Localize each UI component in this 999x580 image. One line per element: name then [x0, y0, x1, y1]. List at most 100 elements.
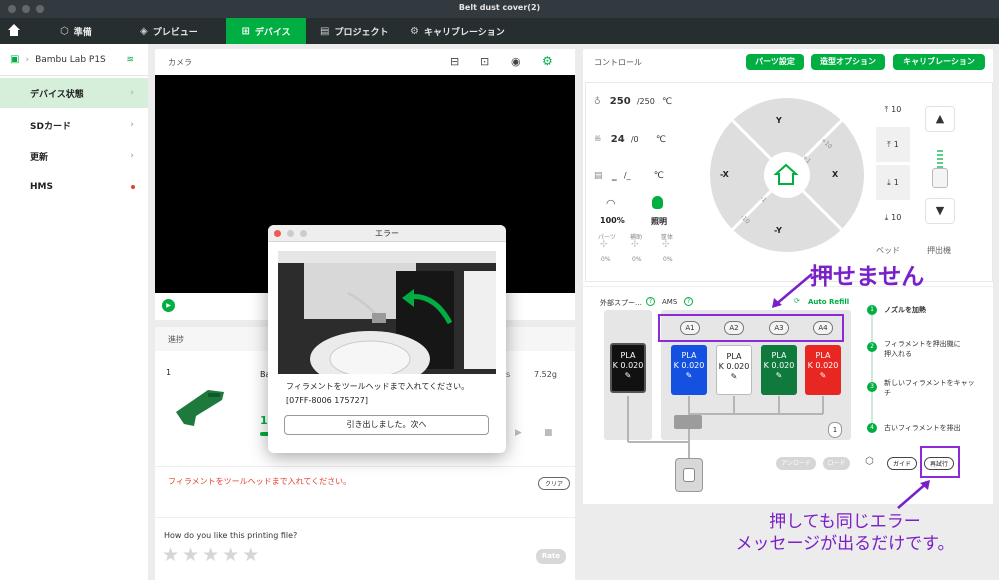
settings-icon[interactable]: ⬡ [865, 456, 874, 467]
help-icon[interactable]: ? [684, 297, 693, 306]
bed-unit: ℃ [655, 135, 666, 145]
jog-x-minus[interactable]: -X [720, 170, 729, 179]
tab-preview[interactable]: ◈ プレビュー [136, 18, 202, 44]
step-label: 10 [891, 105, 902, 114]
calibration-button[interactable]: キャリブレーション [893, 54, 985, 70]
jog-y-plus[interactable]: Y [776, 116, 782, 125]
bed-up-1-button[interactable]: ⤒ 1 [876, 127, 910, 162]
dialog-message: フィラメントをツールヘッドまで入れてください。 [286, 382, 470, 391]
extruder-indicator [937, 150, 943, 168]
step-4-label: 古いフィラメントを排出 [884, 424, 961, 432]
dialog-title-bar: エラー [268, 225, 506, 242]
home-icon[interactable] [6, 22, 22, 38]
print-options-button[interactable]: 造型オプション [811, 54, 885, 70]
fan-part-value: 0% [601, 256, 611, 263]
guide-button[interactable]: ガイド [887, 457, 917, 470]
star-icon[interactable]: ★ [242, 544, 259, 566]
tab-prepare[interactable]: ⬡ 準備 [56, 18, 96, 44]
annotation-highlight-retry [920, 446, 960, 478]
extruder-up-button[interactable]: ▲ [925, 106, 955, 132]
model-thumbnail [172, 382, 236, 430]
chamber-temp: ▤ _ /_ ℃ [594, 170, 664, 181]
sidebar-item-device-status[interactable]: デバイス状態 › [0, 78, 148, 108]
bed-down-1-button[interactable]: ⤓ 1 [876, 165, 910, 200]
nozzle-unit: ℃ [662, 97, 673, 107]
printer-selector[interactable]: ▣ › Bambu Lab P1S ≋ [0, 44, 148, 76]
jog-y-minus[interactable]: -Y [774, 226, 782, 235]
bed-icon: ≝ [594, 135, 602, 145]
chamber-target: /_ [623, 171, 631, 180]
sidebar: ▣ › Bambu Lab P1S ≋ デバイス状態 › SDカード › 更新 … [0, 44, 148, 580]
slot-k: K 0.020 [807, 361, 839, 370]
speed-value: 100% [600, 216, 625, 225]
fan-aux-value: 0% [632, 256, 642, 263]
star-icon[interactable]: ★ [162, 544, 179, 566]
timelapse-icon[interactable]: ⊟ [450, 55, 459, 68]
control-header: コントロール [594, 58, 642, 67]
arrow-up-icon: ⤒ [887, 139, 891, 149]
fan-icon[interactable]: ✣ [631, 240, 639, 250]
sidebar-item-sd-card[interactable]: SDカード › [0, 110, 148, 140]
home-icon[interactable] [773, 162, 799, 186]
chevron-right-icon: › [130, 151, 134, 161]
sidebar-item-update[interactable]: 更新 › [0, 141, 148, 171]
bed-down-10-button[interactable]: ⤓ 10 [876, 200, 910, 235]
divider [155, 466, 575, 467]
error-dialog: エラー フィラメントをツールヘッドまで入れてください。 [07FF-8006 1… [268, 225, 506, 453]
tab-calibration[interactable]: ⚙ キャリブレーション [406, 18, 509, 44]
printer-name: Bambu Lab P1S [35, 54, 106, 65]
settings-icon[interactable]: ⚙ [542, 54, 553, 68]
nozzle-icon: ♁ [594, 97, 601, 107]
title-bar: Belt dust cover(2) [0, 0, 999, 18]
fan-chamber-value: 0% [663, 256, 673, 263]
window-title: Belt dust cover(2) [458, 3, 541, 12]
speed-icon[interactable]: ◠ [606, 197, 616, 210]
star-icon[interactable]: ★ [222, 544, 239, 566]
tab-prepare-label: 準備 [73, 27, 92, 38]
step-1-icon: 1 [867, 305, 877, 315]
stop-icon[interactable]: ■ [544, 428, 553, 438]
annotation-same-error-1: 押しても同じエラー [769, 512, 921, 532]
top-nav: ⬡ 準備 ◈ プレビュー ⊞ デバイス ▤ プロジェクト ⚙ キャリブレーション [0, 18, 999, 44]
nozzle-target[interactable]: /250 [637, 97, 655, 106]
sidebar-item-hms[interactable]: HMS [0, 172, 148, 202]
help-icon[interactable]: ? [646, 297, 655, 306]
bed-current: 24 [610, 134, 625, 145]
star-icon[interactable]: ★ [202, 544, 219, 566]
arrow-up-icon: ⤒ [884, 104, 889, 114]
rating-stars[interactable]: ★ ★ ★ ★ ★ [162, 544, 259, 566]
star-icon[interactable]: ★ [182, 544, 199, 566]
tab-project[interactable]: ▤ プロジェクト [316, 18, 392, 44]
extruder-down-button[interactable]: ▼ [925, 198, 955, 224]
pulled-out-next-button[interactable]: 引き出しました。次へ [284, 415, 489, 435]
slot-material: PLA [726, 352, 742, 361]
unload-button[interactable]: アンロード [776, 457, 816, 470]
bed-target[interactable]: /0 [631, 135, 639, 144]
jog-x-plus[interactable]: X [832, 170, 838, 179]
camera-header: カメラ [168, 58, 192, 67]
fan-icon[interactable]: ✣ [600, 240, 608, 250]
extruder-icon [932, 168, 948, 188]
step-2-label: フィラメントを押出機に押入れる [884, 340, 961, 358]
load-button[interactable]: ロード [823, 457, 850, 470]
calibration-icon: ⚙ [410, 25, 419, 37]
clear-button[interactable]: クリア [538, 477, 570, 490]
slot-k: K 0.020 [612, 361, 644, 370]
pause-icon[interactable]: ▶ [515, 428, 522, 438]
rate-button[interactable]: Rate [536, 549, 566, 564]
tab-device[interactable]: ⊞ デバイス [226, 18, 306, 44]
webcam-icon[interactable]: ◉ [511, 55, 521, 68]
plate-index: 1 [166, 368, 172, 377]
step-3-label: 新しいフィラメントをキャッチ [884, 379, 975, 397]
video-icon[interactable]: ⊡ [480, 55, 489, 68]
step-1-label: ノズルを加熱 [884, 306, 926, 314]
alert-dot [131, 185, 135, 189]
parts-settings-button[interactable]: パーツ設定 [746, 54, 804, 70]
play-icon[interactable]: ▶ [162, 299, 175, 312]
filament-weight: 7.52g [534, 370, 557, 379]
nozzle-current: 250 [609, 96, 631, 107]
layers-icon: ◈ [140, 25, 148, 37]
fan-icon[interactable]: ✣ [662, 240, 670, 250]
bed-up-10-button[interactable]: ⤒ 10 [876, 92, 910, 127]
lamp-icon[interactable] [652, 196, 663, 209]
